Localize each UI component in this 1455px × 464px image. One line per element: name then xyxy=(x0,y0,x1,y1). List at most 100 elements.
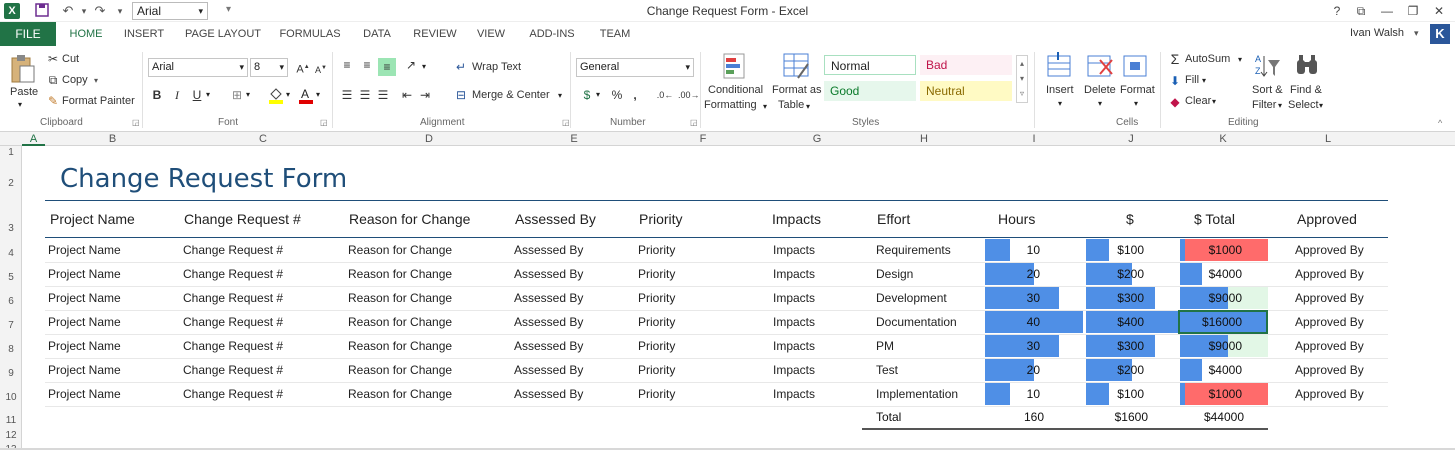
increase-indent-icon[interactable]: ⇥ xyxy=(418,88,432,102)
cell-hours[interactable]: 40 xyxy=(984,315,1040,329)
format-button[interactable]: Format xyxy=(1120,84,1155,96)
cell-hours[interactable]: 30 xyxy=(984,291,1040,305)
totals-label[interactable]: Total xyxy=(876,410,901,424)
copy-icon[interactable]: ⧉ xyxy=(46,73,60,87)
format-as-table-button-line2[interactable]: Table xyxy=(778,99,804,111)
cell-project-name[interactable]: Project Name xyxy=(48,291,121,305)
cell-total[interactable]: $1000 xyxy=(1178,387,1242,401)
font-launcher-icon[interactable]: ◲ xyxy=(320,118,328,127)
cell-project-name[interactable]: Project Name xyxy=(48,315,121,329)
user-name[interactable]: Ivan Walsh xyxy=(1350,27,1404,39)
header-effort[interactable]: Effort xyxy=(877,211,910,227)
currency-dropdown-icon[interactable]: ▾ xyxy=(596,90,600,99)
binoculars-icon[interactable] xyxy=(1294,52,1322,83)
increase-font-icon[interactable]: A▲ xyxy=(296,60,310,76)
cell-cost[interactable]: $200 xyxy=(1084,267,1144,281)
merge-dropdown-icon[interactable]: ▾ xyxy=(558,91,562,100)
paste-button[interactable]: Paste xyxy=(10,86,38,98)
find-select-button-line2[interactable]: Select xyxy=(1288,99,1319,111)
row-header[interactable]: 5 xyxy=(0,272,22,283)
header-approved[interactable]: Approved xyxy=(1297,211,1357,227)
find-dropdown-icon[interactable]: ▾ xyxy=(1319,101,1323,110)
cell-change-request[interactable]: Change Request # xyxy=(183,243,283,257)
fill-dropdown-icon[interactable]: ▾ xyxy=(286,90,290,99)
ribbon-display-button[interactable]: ⧉ xyxy=(1350,2,1372,20)
cell-impacts[interactable]: Impacts xyxy=(773,339,815,353)
format-painter-button[interactable]: Format Painter xyxy=(62,95,135,107)
cell-total[interactable]: $1000 xyxy=(1178,243,1242,257)
row-header[interactable]: 6 xyxy=(0,296,22,307)
tab-add-ins[interactable]: ADD-INS xyxy=(520,22,584,46)
row-header[interactable]: 3 xyxy=(0,223,22,234)
cell-project-name[interactable]: Project Name xyxy=(48,267,121,281)
column-header-a[interactable]: A xyxy=(22,132,45,146)
column-header-b[interactable]: B xyxy=(45,132,180,146)
cell-cost[interactable]: $100 xyxy=(1084,243,1144,257)
autosum-button[interactable]: AutoSum xyxy=(1185,53,1230,65)
cell-hours[interactable]: 30 xyxy=(984,339,1040,353)
conditional-formatting-icon[interactable] xyxy=(722,52,752,85)
percent-button[interactable]: % xyxy=(610,88,624,102)
cell-priority[interactable]: Priority xyxy=(638,243,675,257)
row-header[interactable]: 12 xyxy=(0,430,22,441)
cell-effort[interactable]: Requirements xyxy=(876,243,951,257)
cell-impacts[interactable]: Impacts xyxy=(773,243,815,257)
number-launcher-icon[interactable]: ◲ xyxy=(690,118,698,127)
copy-button[interactable]: Copy xyxy=(62,74,88,86)
cell-reason[interactable]: Reason for Change xyxy=(348,315,452,329)
user-dropdown-icon[interactable]: ▾ xyxy=(1414,28,1419,39)
close-button[interactable]: ✕ xyxy=(1428,2,1450,20)
cell-assessed-by[interactable]: Assessed By xyxy=(514,291,583,305)
cell-cost[interactable]: $100 xyxy=(1084,387,1144,401)
cell-effort[interactable]: PM xyxy=(876,339,894,353)
insert-button[interactable]: Insert xyxy=(1046,84,1074,96)
tab-file[interactable]: FILE xyxy=(0,22,56,46)
italic-button[interactable]: I xyxy=(170,88,184,102)
clear-dropdown-icon[interactable]: ▾ xyxy=(1212,97,1216,106)
borders-icon[interactable]: ⊞ xyxy=(230,88,244,102)
increase-decimal-icon[interactable]: .0← xyxy=(656,88,674,102)
page-title[interactable]: Change Request Form xyxy=(60,164,347,194)
align-middle-icon[interactable]: ≡ xyxy=(360,58,374,72)
column-header-c[interactable]: C xyxy=(180,132,346,146)
collapse-ribbon-icon[interactable]: ^ xyxy=(1438,118,1442,128)
cell-priority[interactable]: Priority xyxy=(638,339,675,353)
tab-review[interactable]: REVIEW xyxy=(408,22,462,46)
align-top-icon[interactable]: ≡ xyxy=(340,58,354,72)
underline-dropdown-icon[interactable]: ▾ xyxy=(206,90,210,99)
help-button[interactable]: ? xyxy=(1326,2,1348,20)
bold-button[interactable]: B xyxy=(150,88,164,102)
totals-grand-total[interactable]: $44000 xyxy=(1178,410,1244,424)
sort-filter-icon[interactable]: AZ xyxy=(1254,52,1282,83)
cell-assessed-by[interactable]: Assessed By xyxy=(514,243,583,257)
sort-filter-dropdown-icon[interactable]: ▾ xyxy=(1278,101,1282,110)
decrease-font-icon[interactable]: A▼ xyxy=(314,61,328,75)
cell-change-request[interactable]: Change Request # xyxy=(183,315,283,329)
cell-approved[interactable]: Approved By xyxy=(1295,339,1364,353)
delete-dropdown-icon[interactable]: ▾ xyxy=(1098,99,1102,108)
find-select-button[interactable]: Find & xyxy=(1290,84,1322,96)
conditional-dropdown-icon[interactable]: ▾ xyxy=(763,102,767,111)
delete-cells-icon[interactable] xyxy=(1086,52,1114,85)
header-assessed-by[interactable]: Assessed By xyxy=(515,211,596,227)
cell-assessed-by[interactable]: Assessed By xyxy=(514,363,583,377)
align-left-icon[interactable]: ☰ xyxy=(340,88,354,102)
cell-reason[interactable]: Reason for Change xyxy=(348,267,452,281)
cell-impacts[interactable]: Impacts xyxy=(773,267,815,281)
restore-button[interactable]: ❐ xyxy=(1402,2,1424,20)
column-header-d[interactable]: D xyxy=(346,132,512,146)
wrap-text-button[interactable]: Wrap Text xyxy=(472,61,521,73)
cell-reason[interactable]: Reason for Change xyxy=(348,363,452,377)
merge-center-button[interactable]: Merge & Center xyxy=(472,89,550,101)
tab-formulas[interactable]: FORMULAS xyxy=(274,22,346,46)
column-header-i[interactable]: I xyxy=(984,132,1084,146)
comma-button[interactable]: , xyxy=(628,88,642,102)
cell-approved[interactable]: Approved By xyxy=(1295,243,1364,257)
paste-dropdown-icon[interactable]: ▾ xyxy=(18,100,22,109)
totals-hours[interactable]: 160 xyxy=(984,410,1044,424)
cell-approved[interactable]: Approved By xyxy=(1295,291,1364,305)
cell-assessed-by[interactable]: Assessed By xyxy=(514,339,583,353)
cell-approved[interactable]: Approved By xyxy=(1295,387,1364,401)
cell-hours[interactable]: 20 xyxy=(984,267,1040,281)
row-header[interactable]: 10 xyxy=(0,392,22,403)
